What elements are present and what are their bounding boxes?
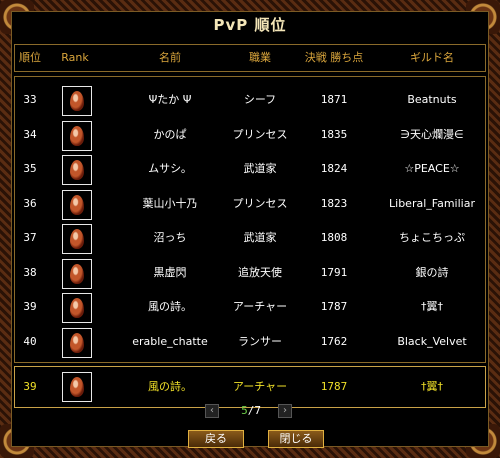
- rank-egg-icon: [70, 377, 84, 397]
- table-row: 37 沼っち 武道家 1808 ちょこちっぷ: [15, 221, 485, 255]
- player-guild: ☆PEACE☆: [404, 162, 460, 175]
- player-name: 沼っち: [153, 231, 187, 244]
- rank-egg-icon: [70, 263, 84, 284]
- player-name: erable_chatte: [132, 334, 208, 348]
- player-points: 1791: [320, 265, 348, 279]
- player-name: ムサシ。: [148, 162, 192, 175]
- rank-egg-icon: [70, 332, 84, 353]
- player-points: 1835: [320, 127, 348, 141]
- rank-number: 34: [23, 127, 37, 141]
- page-title: PvP 順位: [213, 16, 287, 34]
- player-job: プリンセス: [232, 127, 288, 141]
- player-points: 1823: [320, 196, 348, 210]
- rank-egg-icon: [70, 125, 84, 146]
- my-guild: †翼†: [421, 380, 443, 393]
- player-guild: 銀の詩: [415, 265, 449, 279]
- rank-icon: [62, 293, 92, 323]
- table-row: 38 黒虚閃 追放天使 1791 銀の詩: [15, 256, 485, 290]
- my-name: 風の詩。: [148, 380, 192, 393]
- pagination: ‹ 5/7 ›: [12, 404, 488, 420]
- table-row: 34 かのぱ プリンセス 1835 ∋天心爛漫∈: [15, 118, 485, 152]
- header-rank-number: 順位: [19, 51, 41, 64]
- rank-icon: [62, 86, 92, 116]
- rank-number: 36: [23, 196, 37, 210]
- table-row: 40 erable_chatte ランサー 1762 Black_Velvet: [15, 325, 485, 359]
- player-points: 1824: [320, 162, 348, 175]
- player-points: 1808: [320, 231, 348, 244]
- player-points: 1787: [320, 300, 348, 313]
- my-points: 1787: [320, 380, 348, 393]
- rank-egg-icon: [70, 298, 84, 318]
- rank-icon: [62, 327, 92, 358]
- player-points: 1762: [320, 334, 348, 348]
- header-guild: ギルド名: [410, 51, 454, 64]
- header-name: 名前: [159, 51, 181, 64]
- prev-page-button[interactable]: ‹: [205, 404, 219, 418]
- next-page-button[interactable]: ›: [278, 404, 292, 418]
- rank-number: 38: [23, 265, 37, 279]
- rank-number: 37: [23, 231, 37, 244]
- player-job: 武道家: [243, 162, 277, 175]
- rank-number: 40: [23, 334, 37, 348]
- table-row: 39 風の詩。 アーチャー 1787 †翼†: [15, 290, 485, 324]
- table-row: 33 Ψたか Ψ シーフ 1871 Beatnuts: [15, 83, 485, 117]
- player-job: ランサー: [238, 334, 282, 348]
- total-pages: 7: [254, 404, 261, 417]
- rank-egg-icon: [70, 229, 84, 249]
- rank-icon: [62, 155, 92, 185]
- window-frame: PvP 順位 順位 Rank 名前 職業 決戦 勝ち点 ギルド名 33 Ψたか Ψ…: [0, 0, 500, 458]
- rank-icon: [62, 224, 92, 254]
- player-guild: †翼†: [421, 300, 443, 313]
- player-job: プリンセス: [232, 196, 288, 210]
- table-header: 順位 Rank 名前 職業 決戦 勝ち点 ギルド名: [14, 44, 486, 72]
- player-job: 武道家: [243, 231, 277, 244]
- rank-egg-icon: [70, 194, 84, 215]
- my-rank-icon: [62, 372, 92, 402]
- rank-number: 39: [23, 300, 37, 313]
- rank-number: 33: [23, 93, 37, 106]
- my-job: アーチャー: [232, 380, 288, 393]
- my-rank-number: 39: [23, 380, 37, 393]
- back-button[interactable]: 戻る: [188, 430, 244, 448]
- rank-icon: [62, 258, 92, 289]
- player-job: アーチャー: [232, 300, 288, 313]
- page-indicator: 5/7: [236, 404, 266, 417]
- header-rank-icon: Rank: [61, 51, 89, 64]
- ranking-panel: PvP 順位 順位 Rank 名前 職業 決戦 勝ち点 ギルド名 33 Ψたか Ψ…: [11, 11, 489, 448]
- player-name: 黒虚閃: [153, 265, 187, 279]
- my-rank-row: 39 風の詩。 アーチャー 1787 †翼†: [14, 366, 486, 408]
- close-button[interactable]: 閉じる: [268, 430, 324, 448]
- player-guild: ∋天心爛漫∈: [400, 127, 464, 141]
- player-guild: Black_Velvet: [397, 334, 467, 348]
- header-job: 職業: [249, 51, 271, 64]
- player-points: 1871: [320, 93, 348, 106]
- player-job: シーフ: [243, 93, 277, 106]
- player-name: 風の詩。: [148, 300, 192, 313]
- player-name: 葉山小十乃: [142, 196, 198, 210]
- player-guild: Beatnuts: [407, 93, 457, 106]
- rank-icon: [62, 189, 92, 220]
- rank-egg-icon: [70, 91, 84, 111]
- player-name: Ψたか Ψ: [148, 93, 192, 106]
- current-page: 5: [241, 404, 248, 417]
- header-points: 決戦 勝ち点: [304, 51, 364, 64]
- table-row: 36 葉山小十乃 プリンセス 1823 Liberal_Familiar: [15, 187, 485, 221]
- player-name: かのぱ: [153, 127, 187, 141]
- player-guild: ちょこちっぷ: [399, 231, 465, 244]
- ranking-table: 33 Ψたか Ψ シーフ 1871 Beatnuts 34 かのぱ プリンセス 1835 ∋天心爛…: [14, 76, 486, 363]
- rank-number: 35: [23, 162, 37, 175]
- table-row: 35 ムサシ。 武道家 1824 ☆PEACE☆: [15, 152, 485, 186]
- player-job: 追放天使: [238, 265, 282, 279]
- rank-egg-icon: [70, 160, 84, 180]
- title-bar: PvP 順位: [12, 12, 488, 34]
- rank-icon: [62, 120, 92, 151]
- player-guild: Liberal_Familiar: [389, 196, 475, 210]
